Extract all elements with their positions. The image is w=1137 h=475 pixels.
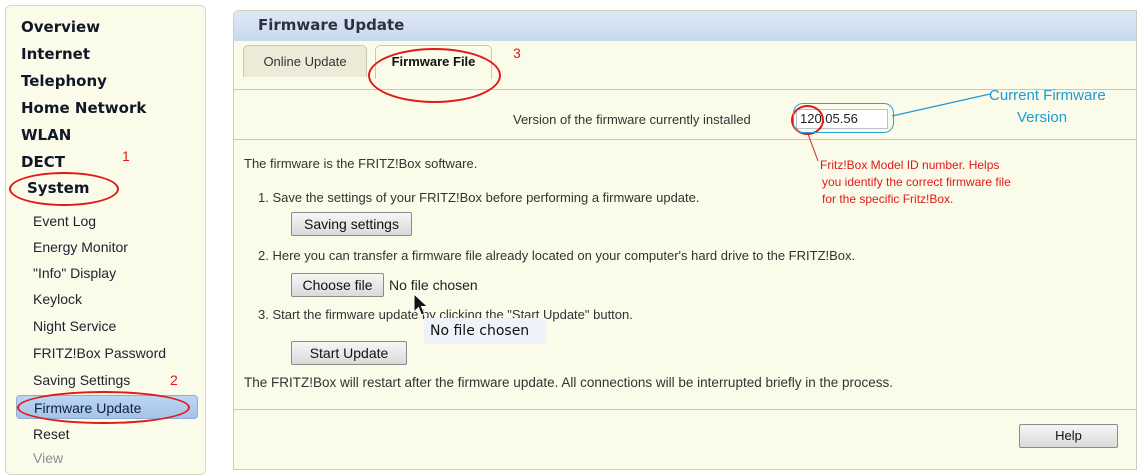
- nav-view[interactable]: View: [33, 450, 63, 466]
- file-tooltip: No file chosen: [424, 318, 546, 344]
- saving-settings-button[interactable]: Saving settings: [291, 212, 412, 236]
- version-label: Version of the firmware currently instal…: [513, 112, 751, 127]
- section-divider: [233, 139, 1137, 140]
- nav-home-network[interactable]: Home Network: [21, 99, 146, 117]
- step2-text: 2. Here you can transfer a firmware file…: [258, 248, 856, 263]
- choose-file-button[interactable]: Choose file: [291, 273, 384, 297]
- annotation-number-1: 1: [122, 148, 130, 164]
- nav-dect[interactable]: DECT: [21, 153, 65, 171]
- tab-online-update[interactable]: Online Update: [243, 45, 367, 77]
- annotation-model-note-line1: Fritz!Box Model ID number. Helps: [820, 158, 1000, 172]
- annotation-box-version: [793, 103, 894, 133]
- step1-text: 1. Save the settings of your FRITZ!Box b…: [258, 190, 700, 205]
- nav-energy-monitor[interactable]: Energy Monitor: [33, 239, 128, 255]
- page-title: Firmware Update: [258, 16, 405, 34]
- intro-text: The firmware is the FRITZ!Box software.: [244, 156, 478, 171]
- nav-event-log[interactable]: Event Log: [33, 213, 96, 229]
- mouse-cursor-icon: [413, 292, 429, 316]
- nav-night-service[interactable]: Night Service: [33, 318, 116, 334]
- nav-internet[interactable]: Internet: [21, 45, 90, 63]
- nav-reset[interactable]: Reset: [33, 426, 70, 442]
- nav-telephony[interactable]: Telephony: [21, 72, 107, 90]
- annotation-model-note-line2: you identify the correct firmware file: [822, 175, 1011, 189]
- nav-wlan[interactable]: WLAN: [21, 126, 71, 144]
- nav-keylock[interactable]: Keylock: [33, 291, 82, 307]
- annotation-number-3: 3: [513, 45, 521, 61]
- annotation-circle-firmware-update: [17, 391, 190, 424]
- no-file-text: No file chosen: [389, 277, 478, 293]
- restart-note: The FRITZ!Box will restart after the fir…: [244, 375, 894, 390]
- footer-divider: [233, 409, 1137, 410]
- nav-overview[interactable]: Overview: [21, 18, 100, 36]
- start-update-button[interactable]: Start Update: [291, 341, 407, 365]
- help-button[interactable]: Help: [1019, 424, 1118, 448]
- nav-saving-settings[interactable]: Saving Settings: [33, 372, 130, 388]
- main-header: Firmware Update: [234, 11, 1136, 41]
- annotation-number-2: 2: [170, 372, 178, 388]
- annotation-model-note-line3: for the specific Fritz!Box.: [822, 192, 954, 206]
- annotation-current-firmware-line1: Current Firmware: [989, 87, 1106, 104]
- annotation-arrow-line: [891, 93, 991, 117]
- annotation-circle-system: [9, 172, 119, 206]
- annotation-circle-firmware-file: [368, 48, 501, 103]
- nav-fritzbox-password[interactable]: FRITZ!Box Password: [33, 345, 166, 361]
- annotation-current-firmware-line2: Version: [1017, 109, 1068, 126]
- nav-info-display[interactable]: "Info" Display: [33, 265, 116, 281]
